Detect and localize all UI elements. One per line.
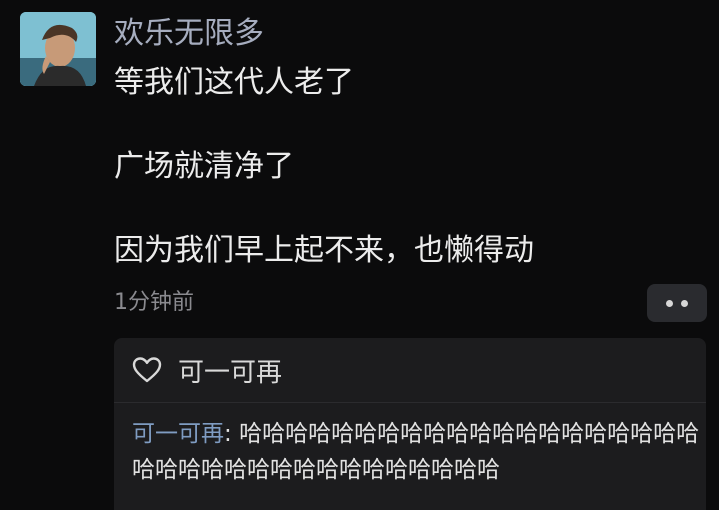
more-dots-icon [666, 299, 673, 307]
post-content: 等我们这代人老了 广场就清净了 因为我们早上起不来，也懒得动 [114, 62, 534, 272]
avatar-portrait-icon [20, 12, 96, 86]
post-timestamp: 1分钟前 [114, 290, 194, 315]
heart-icon[interactable] [132, 356, 162, 384]
reply-separator: : [224, 421, 240, 447]
user-avatar[interactable] [20, 12, 96, 86]
more-options-button[interactable] [647, 284, 707, 322]
reply-item[interactable]: 可一可再: 哈哈哈哈哈哈哈哈哈哈哈哈哈哈哈哈哈哈哈哈哈哈哈哈哈哈哈哈哈哈哈哈哈哈… [132, 416, 704, 488]
post-line-2: 广场就清净了 [114, 149, 294, 184]
divider [114, 402, 706, 403]
likes-row: 可一可再 [132, 352, 282, 388]
post-author-name[interactable]: 欢乐无限多 [114, 14, 264, 54]
post-line-1: 等我们这代人老了 [114, 65, 354, 100]
liker-name[interactable]: 可一可再 [178, 352, 282, 389]
reply-author[interactable]: 可一可再 [132, 421, 224, 447]
post-line-3: 因为我们早上起不来，也懒得动 [114, 233, 534, 268]
reply-panel: 可一可再 可一可再: 哈哈哈哈哈哈哈哈哈哈哈哈哈哈哈哈哈哈哈哈哈哈哈哈哈哈哈哈哈… [114, 338, 706, 510]
